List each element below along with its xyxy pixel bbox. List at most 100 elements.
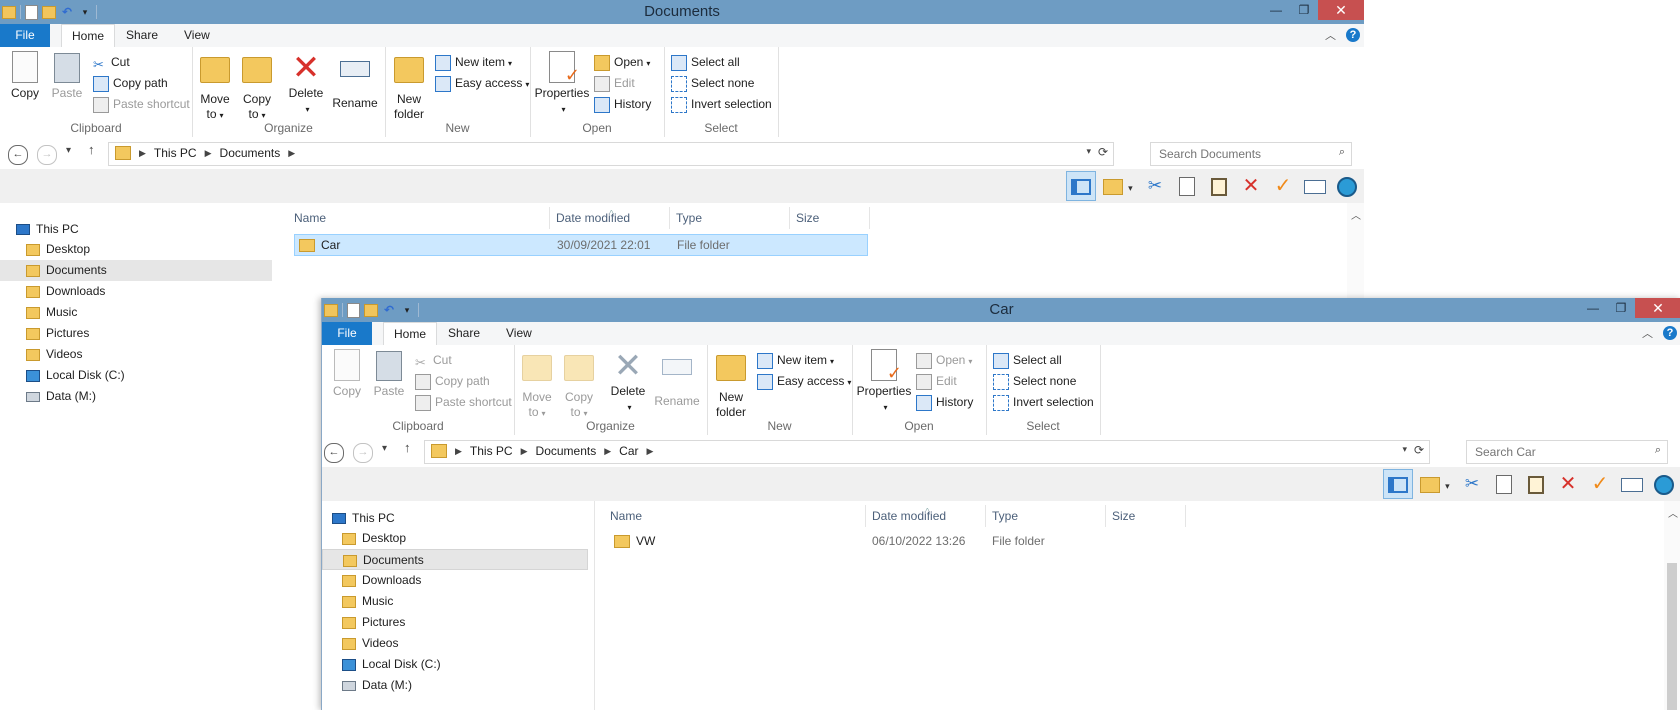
copy-to-button[interactable]: Copy to ▾ xyxy=(240,51,274,122)
title-bar[interactable]: ↶ ▾ Documents — ❐ ✕ xyxy=(0,0,1364,24)
copy-to-button[interactable]: Copy to ▾ xyxy=(562,349,596,420)
cut-toolbar-button[interactable]: ✂ xyxy=(1140,171,1170,201)
title-bar[interactable]: ↶ ▾ Car — ❐ ✕ xyxy=(322,298,1680,322)
scroll-up-icon[interactable]: ︿ xyxy=(1351,207,1361,222)
forward-button[interactable]: → xyxy=(353,443,373,463)
globe-toolbar-button[interactable] xyxy=(1332,171,1362,201)
select-none-button[interactable]: Select none xyxy=(671,74,754,92)
column-header-type[interactable]: Type xyxy=(986,505,1106,527)
paste-shortcut-button[interactable]: Paste shortcut xyxy=(93,95,190,113)
tab-view[interactable]: View xyxy=(174,24,220,47)
history-button[interactable]: History xyxy=(916,393,973,411)
back-button[interactable]: ← xyxy=(324,443,344,463)
nav-item-documents[interactable]: Documents xyxy=(322,549,588,570)
paste-toolbar-button[interactable] xyxy=(1521,469,1551,499)
breadcrumb-item[interactable]: This PC xyxy=(154,146,197,160)
open-button[interactable]: Open ▾ xyxy=(594,53,650,71)
tab-share[interactable]: Share xyxy=(438,322,490,345)
nav-item-local-disk[interactable]: Local Disk (C:) xyxy=(342,654,441,675)
breadcrumb-item[interactable]: This PC xyxy=(470,444,513,458)
delete-button[interactable]: ✕ Delete ▾ xyxy=(286,51,326,116)
new-folder-button[interactable]: New folder xyxy=(391,51,427,121)
nav-item-desktop[interactable]: Desktop xyxy=(26,239,90,260)
nav-item-this-pc[interactable]: This PC xyxy=(16,219,79,240)
file-row[interactable]: Car 30/09/2021 22:01 File folder xyxy=(294,234,868,256)
nav-item-videos[interactable]: Videos xyxy=(342,633,398,654)
nav-item-downloads[interactable]: Downloads xyxy=(26,281,105,302)
refresh-icon[interactable]: ⟳ xyxy=(1098,145,1108,159)
edit-button[interactable]: Edit xyxy=(916,372,957,390)
new-item-button[interactable]: New item ▾ xyxy=(435,53,512,71)
tab-share[interactable]: Share xyxy=(116,24,168,47)
paste-shortcut-button[interactable]: Paste shortcut xyxy=(415,393,512,411)
scroll-thumb[interactable] xyxy=(1667,563,1677,710)
search-box[interactable]: ⌕ xyxy=(1150,142,1352,166)
column-header-type[interactable]: Type xyxy=(670,207,790,229)
rename-button[interactable]: Rename xyxy=(654,349,700,408)
search-input[interactable] xyxy=(1473,444,1647,460)
preview-pane-button[interactable] xyxy=(1066,171,1096,201)
recent-locations-button[interactable]: ▾ xyxy=(382,443,387,454)
nav-item-data-drive[interactable]: Data (M:) xyxy=(342,675,412,696)
rename-toolbar-button[interactable] xyxy=(1617,469,1647,499)
breadcrumb-item[interactable]: Documents xyxy=(220,146,281,160)
select-all-button[interactable]: Select all xyxy=(993,351,1062,369)
back-button[interactable]: ← xyxy=(8,145,28,165)
scroll-up-icon[interactable]: ︿ xyxy=(1668,505,1678,520)
delete-toolbar-button[interactable]: ✕ xyxy=(1553,469,1583,499)
chevron-right-icon[interactable]: ▶ xyxy=(604,446,611,457)
nav-item-documents[interactable]: Documents xyxy=(0,260,272,281)
properties-button[interactable]: Properties▾ xyxy=(534,51,590,116)
properties-button[interactable]: Properties▾ xyxy=(856,349,912,414)
chevron-right-icon[interactable]: ▶ xyxy=(139,148,146,159)
nav-item-desktop[interactable]: Desktop xyxy=(342,528,406,549)
up-button[interactable]: ↑ xyxy=(88,142,95,157)
delete-button[interactable]: ✕ Delete ▾ xyxy=(608,349,648,414)
chevron-right-icon[interactable]: ▶ xyxy=(205,148,212,159)
folder-options-button[interactable]: ▾ xyxy=(1415,469,1455,499)
rename-toolbar-button[interactable] xyxy=(1300,171,1330,201)
easy-access-button[interactable]: Easy access ▾ xyxy=(435,74,529,92)
minimize-button[interactable]: — xyxy=(1579,298,1607,318)
properties-toolbar-button[interactable]: ✓ xyxy=(1268,171,1298,201)
minimize-ribbon-icon[interactable]: ︿ xyxy=(1325,27,1336,43)
copy-toolbar-button[interactable] xyxy=(1489,469,1519,499)
nav-item-pictures[interactable]: Pictures xyxy=(342,612,405,633)
copy-path-button[interactable]: Copy path xyxy=(415,372,490,390)
file-row[interactable]: VW 06/10/2022 13:26 File folder xyxy=(610,531,1182,551)
help-icon[interactable]: ? xyxy=(1346,28,1360,42)
paste-button[interactable]: Paste xyxy=(370,349,408,398)
move-to-button[interactable]: Move to ▾ xyxy=(198,51,232,122)
paste-button[interactable]: Paste xyxy=(48,51,86,100)
history-button[interactable]: History xyxy=(594,95,651,113)
close-button[interactable]: ✕ xyxy=(1318,0,1364,20)
column-header-date[interactable]: ^ Date modified xyxy=(550,207,670,229)
nav-item-pictures[interactable]: Pictures xyxy=(26,323,89,344)
copy-toolbar-button[interactable] xyxy=(1172,171,1202,201)
properties-toolbar-button[interactable]: ✓ xyxy=(1585,469,1615,499)
chevron-right-icon[interactable]: ▶ xyxy=(521,446,528,457)
restore-button[interactable]: ❐ xyxy=(1290,0,1318,20)
new-folder-button[interactable]: New folder xyxy=(713,349,749,419)
easy-access-button[interactable]: Easy access ▾ xyxy=(757,372,851,390)
search-input[interactable] xyxy=(1157,146,1331,162)
copy-button[interactable]: Copy xyxy=(6,51,44,100)
tab-home[interactable]: Home xyxy=(383,322,438,346)
column-header-size[interactable]: Size xyxy=(1106,505,1186,527)
minimize-ribbon-icon[interactable]: ︿ xyxy=(1642,325,1653,341)
copy-button[interactable]: Copy xyxy=(328,349,366,398)
nav-item-videos[interactable]: Videos xyxy=(26,344,82,365)
up-button[interactable]: ↑ xyxy=(404,440,411,455)
tab-view[interactable]: View xyxy=(496,322,542,345)
open-button[interactable]: Open ▾ xyxy=(916,351,972,369)
nav-item-this-pc[interactable]: This PC xyxy=(332,508,395,529)
cut-button[interactable]: ✂ Cut xyxy=(93,53,130,72)
delete-toolbar-button[interactable]: ✕ xyxy=(1236,171,1266,201)
chevron-right-icon[interactable]: ▶ xyxy=(288,148,295,159)
tab-home[interactable]: Home xyxy=(61,24,116,48)
address-bar[interactable]: ▶ This PC ▶ Documents ▶ ▾ ⟳ xyxy=(108,142,1114,166)
nav-item-downloads[interactable]: Downloads xyxy=(342,570,421,591)
copy-path-button[interactable]: Copy path xyxy=(93,74,168,92)
search-box[interactable]: ⌕ xyxy=(1466,440,1668,464)
paste-toolbar-button[interactable] xyxy=(1204,171,1234,201)
